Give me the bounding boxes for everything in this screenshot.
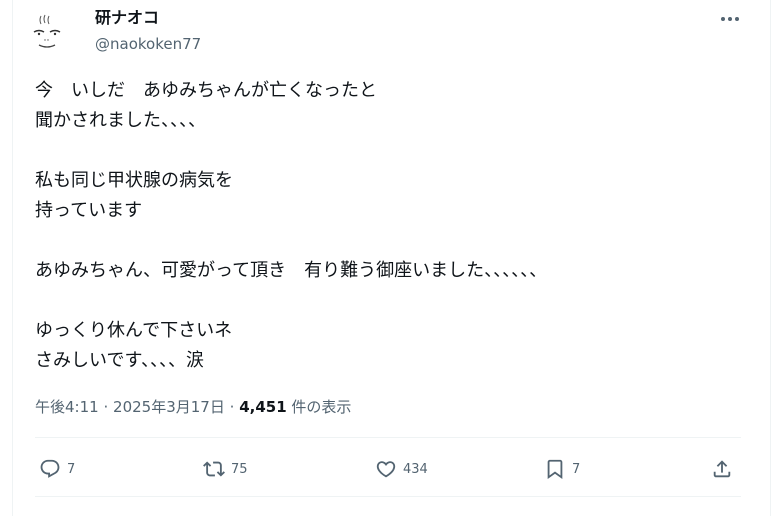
avatar-face-icon (33, 14, 61, 48)
handle[interactable]: @naokoken77 (95, 34, 201, 54)
post-line: 私も同じ甲状腺の病気を (35, 170, 233, 191)
post-line (35, 286, 735, 316)
post-line (35, 136, 735, 166)
repost-count: 75 (231, 461, 248, 477)
repost-button[interactable]: 75 (203, 452, 248, 486)
meta-separator: · (229, 398, 235, 416)
views-count: 4,451 (239, 398, 287, 416)
repost-icon (203, 461, 225, 477)
post-text: 今 いしだ あゆみちゃんが亡くなったと 聞かされました、、、、 私も同じ甲状腺の… (35, 76, 735, 376)
share-button[interactable] (711, 452, 733, 486)
post-line: さみしいです、、、、涙 (35, 350, 205, 371)
reply-button[interactable]: 7 (39, 452, 75, 486)
avatar[interactable] (26, 12, 66, 52)
post-line (35, 226, 735, 256)
bookmark-icon (547, 459, 563, 480)
post-line: 今 いしだ あゆみちゃんが亡くなったと (35, 80, 377, 101)
like-button[interactable]: 434 (375, 452, 428, 486)
share-icon (713, 460, 731, 478)
post-line: あゆみちゃん、可愛がって頂き 有り難う御座いました、、、、、、 (35, 260, 548, 281)
meta-separator: · (103, 398, 109, 416)
reply-count: 7 (67, 461, 76, 477)
divider (35, 437, 741, 438)
reply-icon (40, 459, 60, 478)
post-time[interactable]: 午後4:11 (35, 398, 99, 416)
post-line: 聞かされました、、、、 (35, 110, 206, 131)
bookmark-count: 7 (572, 461, 581, 477)
post-line: ゆっくり休んで下さいネ (35, 320, 233, 341)
like-count: 434 (403, 461, 428, 477)
like-icon (376, 461, 396, 478)
views-label: 件の表示 (291, 398, 352, 416)
action-bar: 7 75 434 7 (35, 452, 741, 486)
more-icon[interactable] (714, 6, 746, 32)
display-name[interactable]: 研ナオコ (95, 6, 159, 30)
divider (35, 496, 741, 497)
post-date[interactable]: 2025年3月17日 (113, 398, 225, 416)
bookmark-button[interactable]: 7 (544, 452, 580, 486)
post-meta: 午後4:11 · 2025年3月17日 · 4,451 件の表示 (35, 395, 351, 419)
post-line: 持っています (35, 200, 143, 221)
